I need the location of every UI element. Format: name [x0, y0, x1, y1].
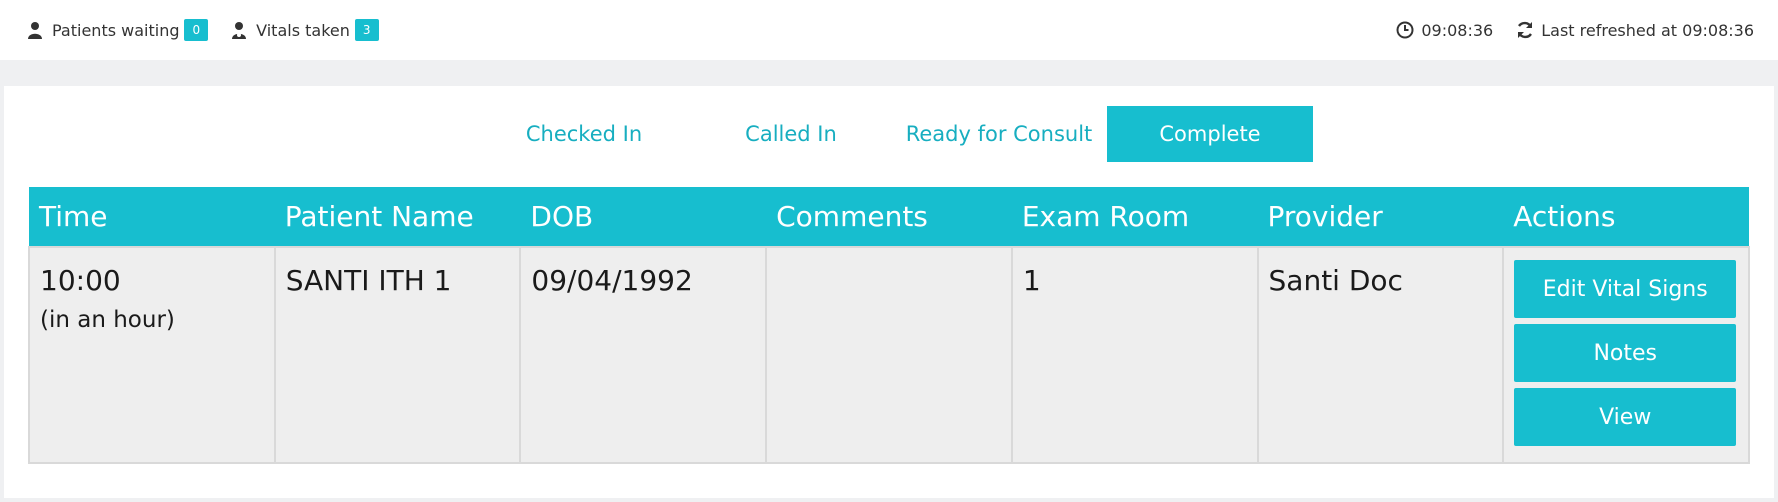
tab-called-in[interactable]: Called In	[691, 106, 891, 162]
header-actions: Actions	[1503, 187, 1749, 247]
edit-vital-signs-button[interactable]: Edit Vital Signs	[1514, 260, 1737, 318]
status-tabs: Checked In Called In Ready for Consult C…	[4, 106, 1774, 162]
table-header-row: Time Patient Name DOB Comments Exam Room…	[29, 187, 1749, 247]
refresh-status[interactable]: Last refreshed at 09:08:36	[1515, 20, 1754, 40]
cell-dob: 09/04/1992	[519, 246, 768, 464]
header-exam-room: Exam Room	[1011, 187, 1258, 247]
patient-table: Time Patient Name DOB Comments Exam Room…	[28, 187, 1750, 464]
table-row: 10:00 (in an hour) SANTI ITH 1 09/04/199…	[28, 246, 1750, 464]
patients-waiting-stat: Patients waiting 0	[26, 19, 209, 41]
header-dob: DOB	[520, 187, 767, 247]
vitals-taken-badge: 3	[354, 19, 379, 41]
cell-provider: Santi Doc	[1256, 246, 1505, 464]
clock: 09:08:36	[1395, 20, 1493, 40]
tab-complete[interactable]: Complete	[1107, 106, 1313, 162]
last-refreshed-text: Last refreshed at 09:08:36	[1541, 20, 1754, 40]
doctor-icon	[230, 20, 248, 40]
cell-actions: Edit Vital Signs Notes View	[1502, 246, 1750, 464]
header-comments: Comments	[766, 187, 1012, 247]
time-info: 09:08:36 Last refreshed at 09:08:36	[1373, 20, 1754, 40]
patients-waiting-badge: 0	[184, 19, 209, 41]
patient-queue-panel: Checked In Called In Ready for Consult C…	[4, 86, 1774, 498]
tab-checked-in[interactable]: Checked In	[477, 106, 691, 162]
user-icon	[26, 20, 44, 40]
patients-waiting-label: Patients waiting	[52, 20, 180, 40]
cell-time: 10:00 (in an hour)	[28, 246, 276, 464]
status-counters: Patients waiting 0 Vitals taken 3	[26, 19, 401, 41]
cell-exam-room: 1	[1010, 246, 1259, 464]
refresh-icon[interactable]	[1515, 20, 1535, 40]
appointment-time: 10:00	[40, 264, 121, 297]
header-provider: Provider	[1257, 187, 1504, 247]
view-button[interactable]: View	[1514, 388, 1737, 446]
clock-icon	[1395, 20, 1415, 40]
vitals-taken-stat: Vitals taken 3	[230, 19, 379, 41]
vitals-taken-label: Vitals taken	[256, 20, 350, 40]
header-patient-name: Patient Name	[274, 187, 521, 247]
tab-ready-for-consult[interactable]: Ready for Consult	[891, 106, 1107, 162]
top-status-bar: Patients waiting 0 Vitals taken 3 09:08:…	[0, 0, 1778, 60]
header-time: Time	[29, 187, 275, 247]
cell-comments	[765, 246, 1013, 464]
notes-button[interactable]: Notes	[1514, 324, 1737, 382]
cell-patient-name: SANTI ITH 1	[273, 246, 522, 464]
appointment-time-relative: (in an hour)	[40, 307, 175, 333]
clock-time: 09:08:36	[1421, 20, 1494, 40]
